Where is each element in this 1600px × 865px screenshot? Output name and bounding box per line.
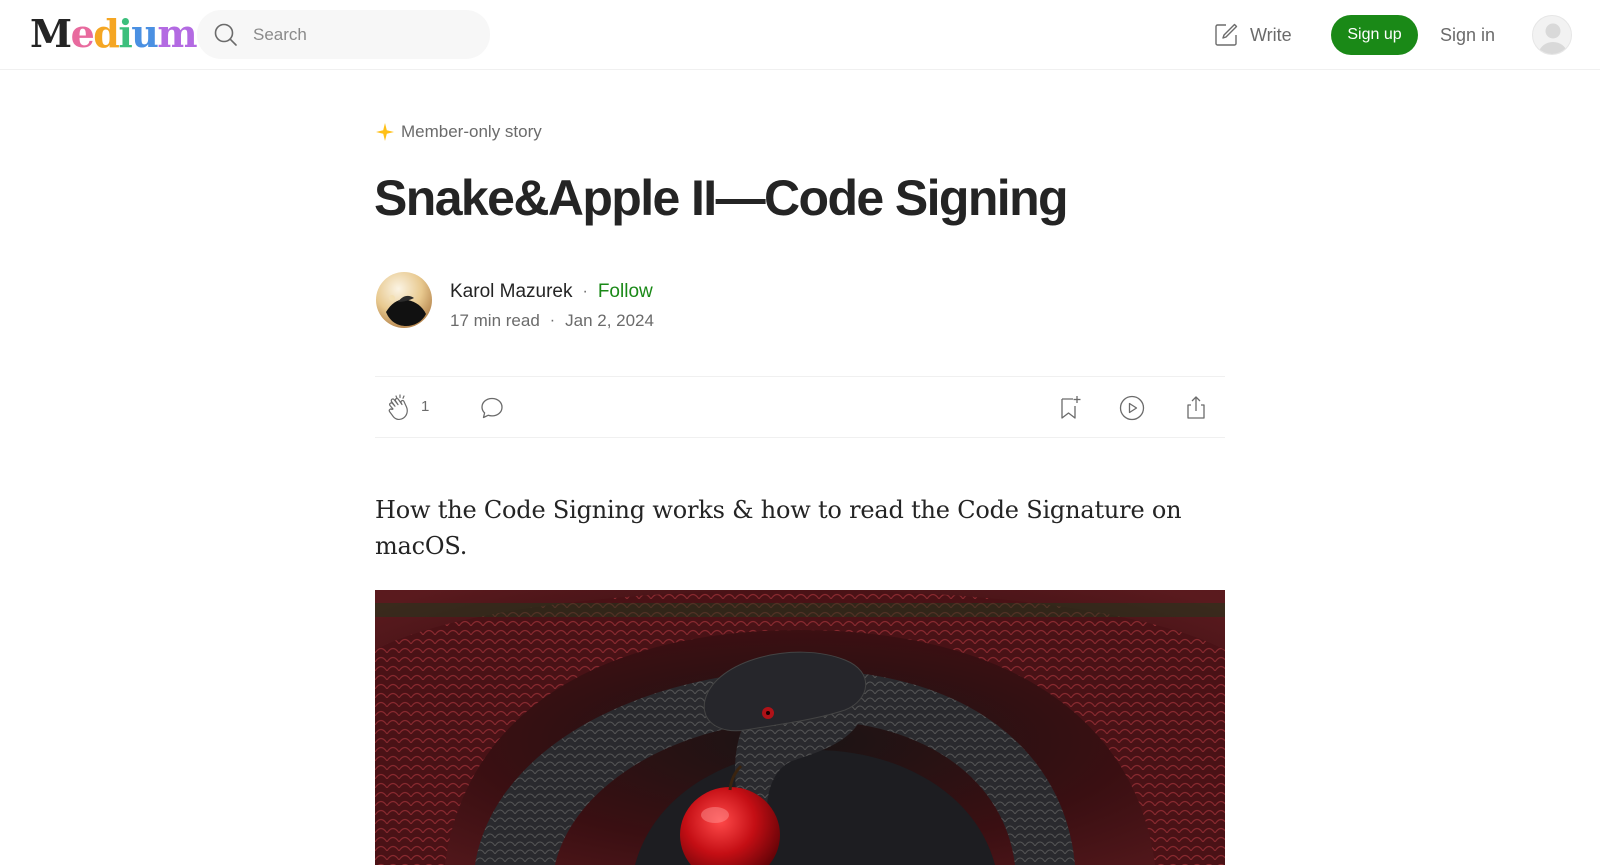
clap-button[interactable] [385, 393, 415, 423]
play-circle-icon [1119, 395, 1145, 421]
snake-and-apple-illustration [375, 590, 1225, 865]
logo-letter: M [30, 11, 72, 56]
logo-letter: u [131, 11, 159, 56]
follow-button[interactable]: Follow [598, 281, 653, 303]
search-icon [214, 23, 237, 46]
author-avatar[interactable] [376, 272, 432, 328]
logo-letter: m [157, 11, 197, 56]
hero-image [375, 590, 1225, 865]
listen-button[interactable] [1117, 393, 1147, 423]
logo-letter: i [118, 11, 132, 56]
top-navbar: M e d i u m Write Sign up Sign in [0, 0, 1600, 70]
logo-letter: d [93, 11, 120, 56]
sparkle-star-icon [376, 123, 394, 141]
default-user-icon [1538, 23, 1568, 54]
sign-in-link[interactable]: Sign in [1440, 22, 1495, 48]
publish-date: Jan 2, 2024 [565, 311, 654, 330]
clap-count: 1 [421, 398, 430, 415]
article-subtitle: How the Code Signing works & how to read… [375, 496, 1182, 560]
sign-up-button[interactable]: Sign up [1331, 15, 1418, 55]
user-avatar[interactable] [1532, 15, 1572, 55]
search-bar[interactable] [197, 10, 490, 59]
author-name-link[interactable]: Karol Mazurek [450, 281, 573, 303]
logo-letter: e [70, 11, 95, 56]
read-time: 17 min read [450, 311, 540, 330]
share-button[interactable] [1181, 393, 1211, 423]
separator-dot: · [582, 283, 588, 300]
author-avatar-image [376, 272, 432, 328]
author-line: Karol Mazurek · Follow [450, 279, 653, 305]
comment-icon [481, 397, 503, 419]
separator-dot: · [549, 312, 556, 329]
write-button[interactable]: Write [1212, 18, 1292, 52]
article-title: Snake&Apple II—Code Signing [374, 170, 1069, 226]
article-action-bar: 1 [375, 376, 1225, 438]
comment-button[interactable] [477, 393, 507, 423]
member-only-label: Member-only story [401, 122, 542, 141]
write-label: Write [1250, 24, 1292, 45]
medium-logo[interactable]: M e d i u m [30, 11, 198, 56]
article-meta: 17 min read · Jan 2, 2024 [450, 309, 654, 333]
write-icon [1215, 23, 1238, 46]
search-input[interactable] [253, 10, 473, 59]
share-icon [1187, 396, 1205, 419]
bookmark-add-icon [1061, 396, 1081, 419]
save-bookmark-button[interactable] [1055, 393, 1085, 423]
clap-icon [388, 394, 408, 421]
member-only-badge: Member-only story [376, 122, 542, 142]
